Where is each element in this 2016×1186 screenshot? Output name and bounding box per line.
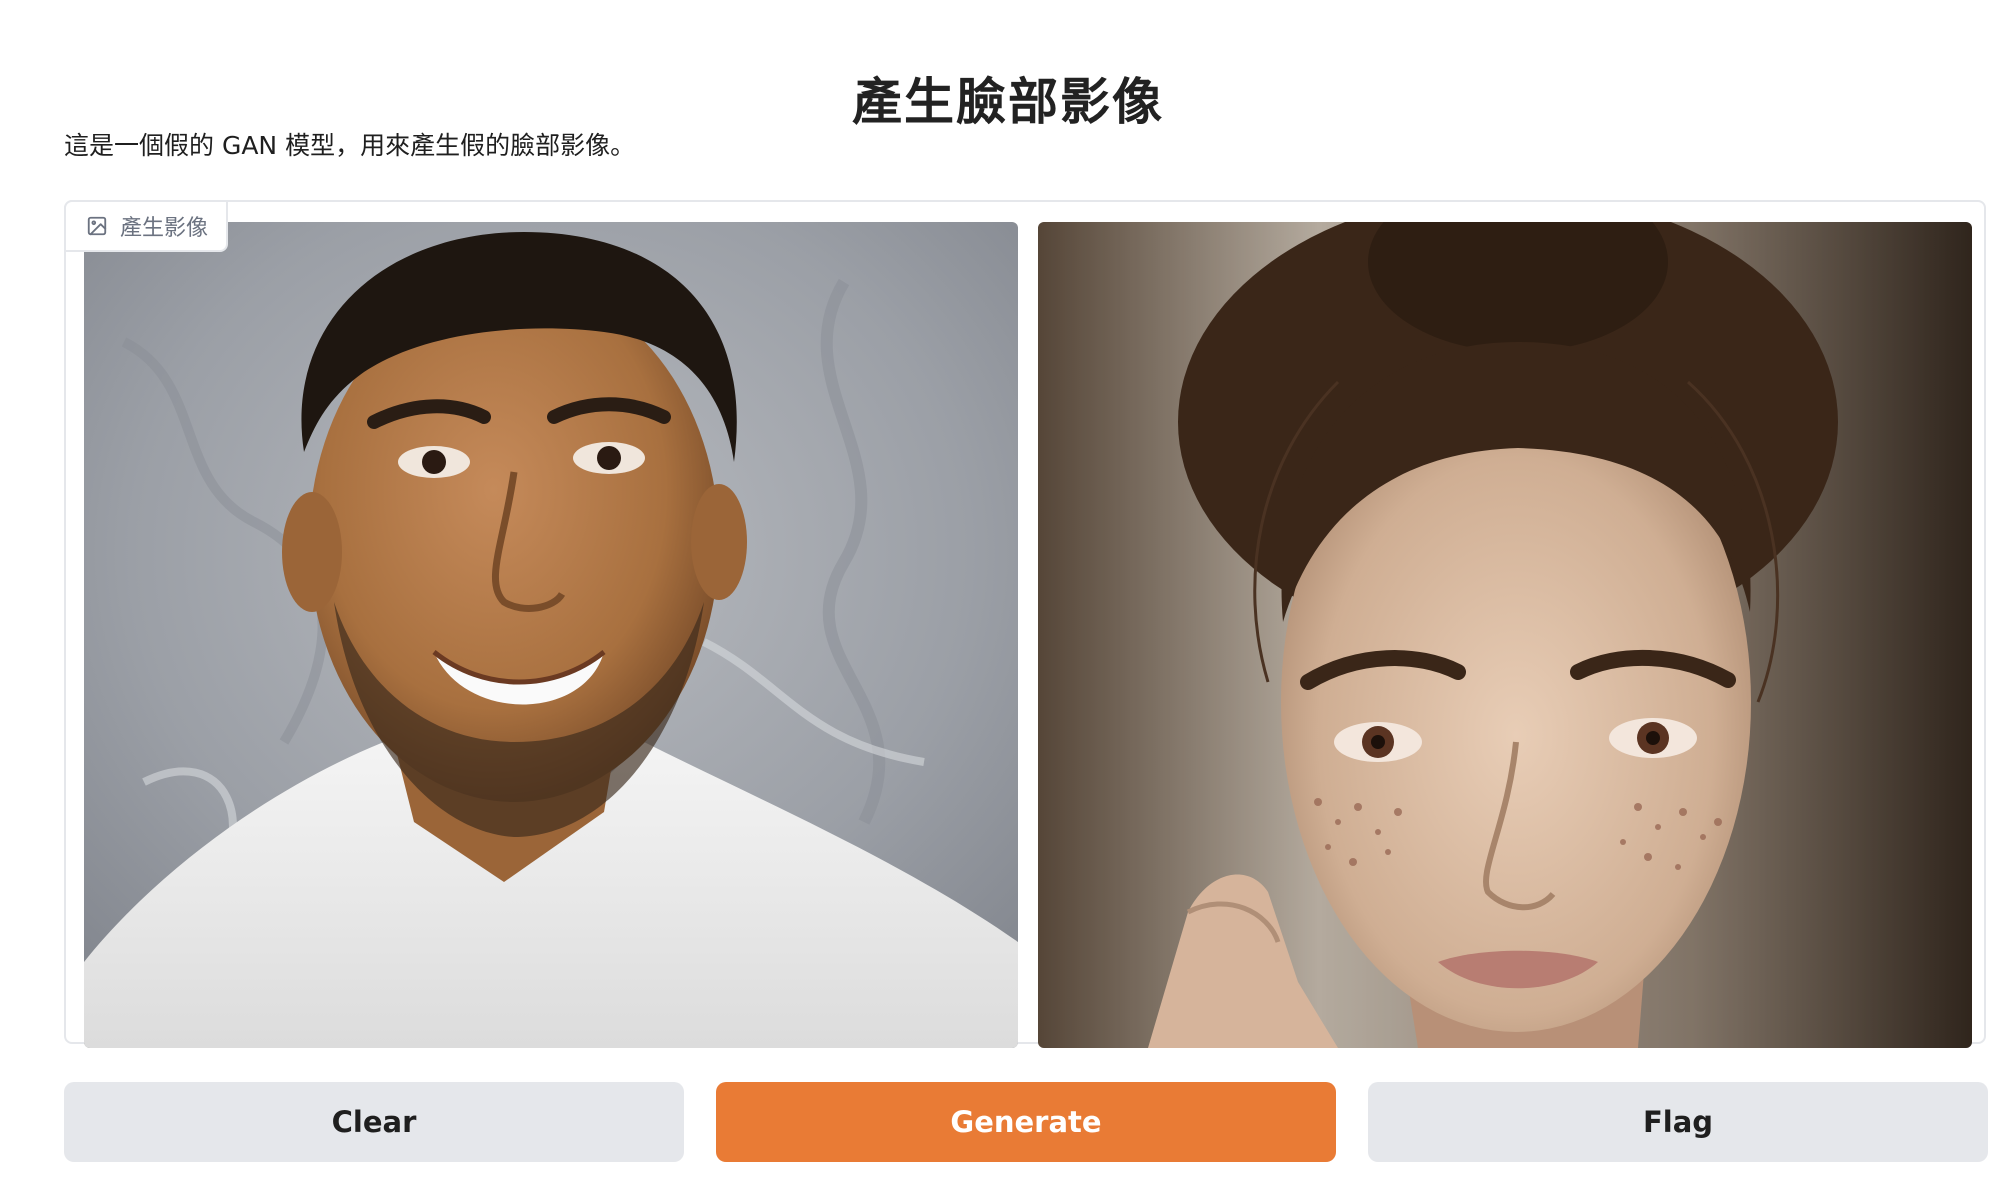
clear-button[interactable]: Clear — [64, 1082, 684, 1162]
page-title: 產生臉部影像 — [852, 72, 1164, 131]
flag-button[interactable]: Flag — [1368, 1082, 1988, 1162]
man-portrait-photo — [84, 222, 1018, 1048]
app-description: 這是一個假的 GAN 模型，用來產生假的臉部影像。 — [64, 131, 636, 160]
gallery-label: 產生影像 — [64, 200, 229, 252]
gallery-label-text: 產生影像 — [120, 216, 209, 241]
generated-image-2[interactable] — [1038, 222, 1972, 1048]
generated-gallery: 產生影像 — [64, 200, 1986, 1048]
generated-image-1[interactable] — [84, 222, 1018, 1048]
woman-portrait-photo — [1038, 222, 1972, 1048]
generate-button[interactable]: Generate — [716, 1082, 1336, 1162]
image-icon — [86, 215, 108, 237]
